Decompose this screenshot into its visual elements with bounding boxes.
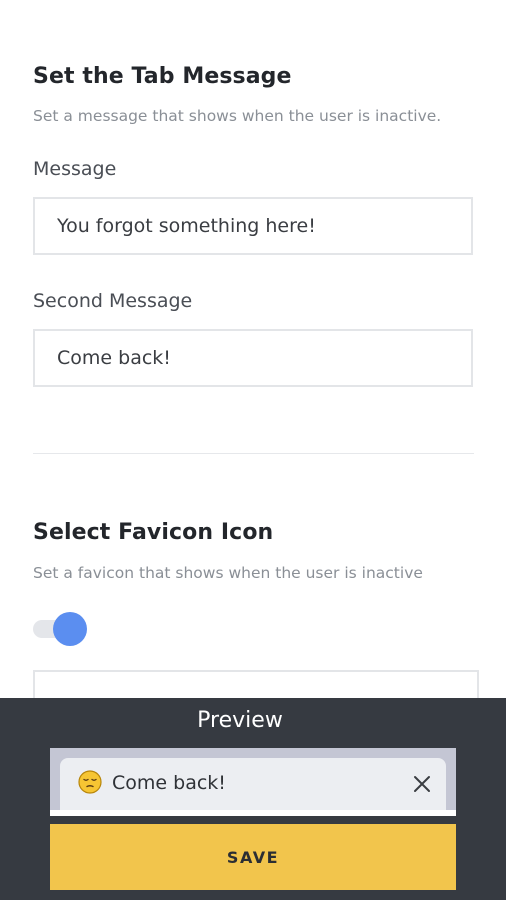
second-message-input[interactable] [33, 329, 473, 387]
tab-label: Come back! [112, 772, 226, 794]
browser-tab: Come back! [60, 758, 446, 810]
favicon-description: Set a favicon that shows when the user i… [33, 564, 423, 582]
second-message-label: Second Message [33, 290, 193, 312]
preview-title: Preview [197, 708, 283, 733]
tab-message-title: Set the Tab Message [33, 64, 292, 89]
favicon-title: Select Favicon Icon [33, 520, 274, 545]
browser-tab-strip: Come back! [50, 748, 456, 816]
favicon-toggle[interactable] [33, 612, 89, 646]
message-label: Message [33, 158, 117, 180]
toggle-knob [53, 612, 87, 646]
save-button[interactable]: SAVE [50, 824, 456, 890]
tab-base-line [50, 810, 456, 816]
close-icon [414, 776, 430, 792]
pensive-face-emoji-icon [78, 770, 102, 794]
tab-message-description: Set a message that shows when the user i… [33, 107, 442, 125]
preview-panel: Preview Come back! SAVE [0, 698, 506, 900]
message-input[interactable] [33, 197, 473, 255]
section-divider [33, 453, 474, 454]
